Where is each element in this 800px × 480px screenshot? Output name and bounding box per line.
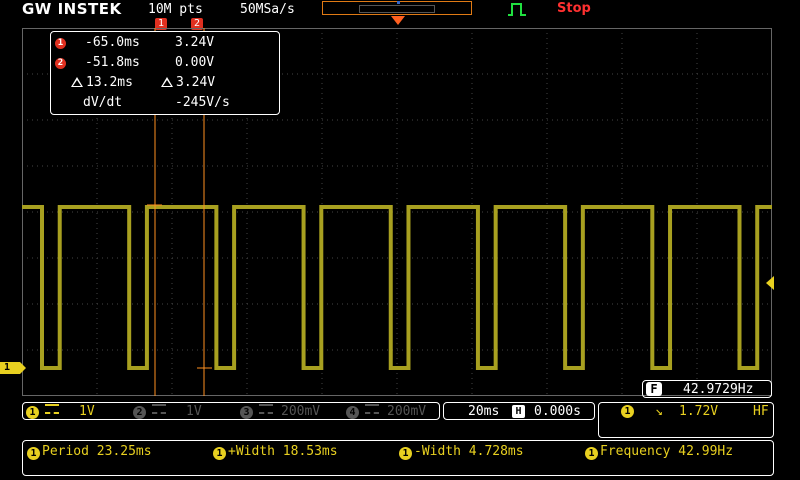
cursor-2-voltage: 0.00V: [175, 55, 215, 70]
dc-coupling-icon: [152, 404, 166, 414]
frequency-counter-icon: F: [646, 382, 662, 396]
overview-waveform: [359, 5, 435, 13]
measurement-source-badge: 1: [585, 447, 598, 460]
brand-logo: GW INSTEK: [22, 0, 122, 18]
trigger-position-icon: [391, 16, 405, 25]
channel-1-badge: 1: [26, 406, 39, 419]
delta-time: 13.2ms: [86, 75, 133, 90]
cursor-1-voltage: 3.24V: [175, 35, 215, 50]
memory-depth: 10M pts: [148, 2, 203, 17]
dc-coupling-icon: [45, 404, 59, 414]
measurement-pos-width[interactable]: 1 +Width 18.53ms: [213, 444, 338, 460]
cursor-2-badge: 2: [55, 58, 66, 69]
trigger-slope-icon: ↘: [655, 404, 663, 419]
channel-1-status[interactable]: 1 1V: [26, 404, 95, 419]
channel-4-scale: 200mV: [387, 404, 427, 419]
delta-volt-row: 3.24V: [161, 75, 215, 90]
cursor-1-badge: 1: [55, 38, 66, 49]
trigger-coupling: HF: [753, 404, 769, 419]
channel-status-bar: 1 1V 2 1V 3 200mV 4 200mV: [22, 402, 440, 420]
channel-2-status[interactable]: 2 1V: [133, 404, 202, 419]
channel-4-status[interactable]: 4 200mV: [346, 404, 426, 419]
dc-coupling-icon: [365, 404, 379, 414]
measurement-source-badge: 1: [213, 447, 226, 460]
measurement-source-badge: 1: [399, 447, 412, 460]
overview-position-icon: [397, 1, 400, 4]
dc-coupling-icon: [259, 404, 273, 414]
measurement-neg-width-text: -Width 4.728ms: [414, 444, 524, 459]
measurement-pos-width-text: +Width 18.53ms: [228, 444, 338, 459]
trigger-level-marker[interactable]: [766, 276, 774, 290]
channel-4-badge: 4: [346, 406, 359, 419]
measurement-frequency-text: Frequency 42.99Hz: [600, 444, 734, 459]
trigger-source-badge: 1: [621, 405, 634, 418]
trigger-status[interactable]: 1 ↘ 1.72V HF: [598, 402, 774, 438]
trigger-level: 1.72V: [679, 404, 719, 419]
timebase-scale: 20ms: [468, 404, 500, 419]
dvdt-label: dV/dt: [83, 95, 123, 110]
channel-3-scale: 200mV: [281, 404, 321, 419]
delta-icon: [161, 77, 173, 87]
delta-voltage: 3.24V: [176, 75, 216, 90]
edge-trigger-icon: [507, 2, 527, 20]
frequency-counter: F 42.9729Hz: [642, 380, 772, 398]
channel-1-scale: 1V: [79, 404, 95, 419]
channel-1-ground-marker[interactable]: 1: [0, 362, 26, 374]
measurement-source-badge: 1: [27, 447, 40, 460]
horizontal-position-icon: H: [512, 405, 525, 418]
memory-overview-bar[interactable]: [322, 1, 472, 15]
sample-rate: 50MSa/s: [240, 2, 295, 17]
measurement-frequency[interactable]: 1 Frequency 42.99Hz: [585, 444, 733, 460]
cursor-2-time: -51.8ms: [85, 55, 140, 70]
delta-time-row: 13.2ms: [71, 75, 133, 90]
measurement-period[interactable]: 1 Period 23.25ms: [27, 444, 152, 460]
cursor-readout-panel: 1 -65.0ms 3.24V 2 -51.8ms 0.00V 13.2ms 3…: [50, 31, 280, 115]
dvdt-value: -245V/s: [175, 95, 230, 110]
frequency-counter-value: 42.9729Hz: [683, 382, 754, 397]
channel-2-scale: 1V: [186, 404, 202, 419]
channel-2-badge: 2: [133, 406, 146, 419]
run-stop-status[interactable]: Stop: [557, 1, 591, 16]
cursor-1-time: -65.0ms: [85, 35, 140, 50]
timebase-status[interactable]: 20ms H 0.000s: [443, 402, 595, 420]
channel-3-status[interactable]: 3 200mV: [240, 404, 320, 419]
channel-3-badge: 3: [240, 406, 253, 419]
measurement-bar: 1 Period 23.25ms 1 +Width 18.53ms 1 -Width …: [22, 440, 774, 476]
measurement-period-text: Period 23.25ms: [42, 444, 152, 459]
timebase-position: 0.000s: [534, 404, 581, 419]
measurement-neg-width[interactable]: 1 -Width 4.728ms: [399, 444, 524, 460]
delta-icon: [71, 77, 83, 87]
